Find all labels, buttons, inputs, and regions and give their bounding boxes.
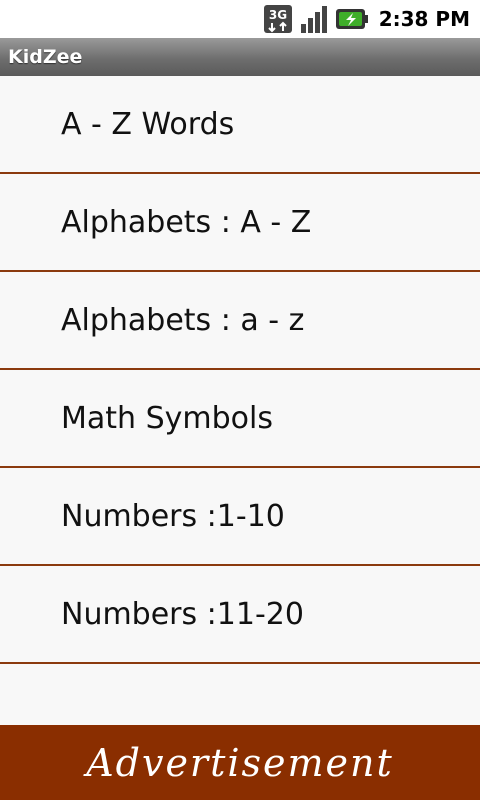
advertisement-label: Advertisement [86,740,394,785]
menu-item-numbers-1-10[interactable]: Numbers :1-10 [0,468,480,566]
menu-item-alphabets-uppercase[interactable]: Alphabets : A - Z [0,174,480,272]
app-title: KidZee [8,46,83,68]
menu-item-label: Alphabets : a - z [61,302,305,338]
menu-item-label: A - Z Words [61,106,235,142]
menu-item-label: Numbers :1-10 [61,498,285,534]
status-time: 2:38 PM [378,7,470,31]
menu-item-numbers-11-20[interactable]: Numbers :11-20 [0,566,480,664]
app-title-bar: KidZee [0,38,480,76]
svg-text:3G: 3G [269,8,287,22]
advertisement-banner[interactable]: Advertisement [0,725,480,800]
network-3g-icon: 3G [263,4,293,34]
menu-item-alphabets-lowercase[interactable]: Alphabets : a - z [0,272,480,370]
battery-charging-icon [335,7,369,31]
signal-strength-icon [299,4,329,34]
menu-item-label: Numbers :11-20 [61,596,304,632]
menu-item-a-z-words[interactable]: A - Z Words [0,76,480,174]
menu-item-math-symbols[interactable]: Math Symbols [0,370,480,468]
menu-list: A - Z Words Alphabets : A - Z Alphabets … [0,76,480,664]
menu-item-label: Alphabets : A - Z [61,204,312,240]
menu-item-label: Math Symbols [61,400,273,436]
status-bar: 3G 2:38 PM [0,0,480,38]
